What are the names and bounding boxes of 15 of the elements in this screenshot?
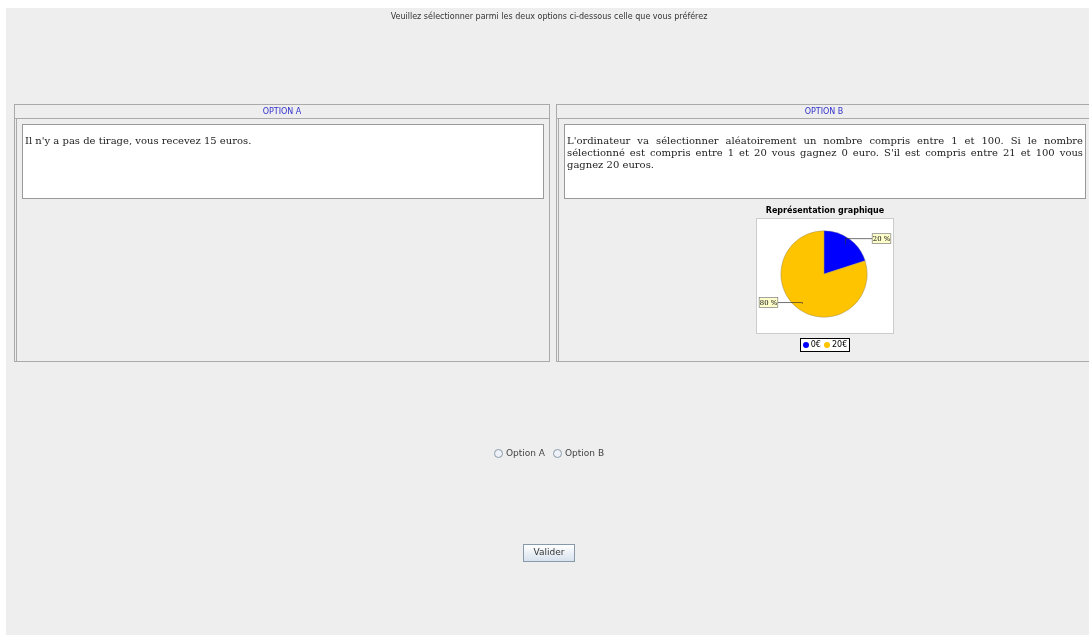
option-description: L'ordinateur va sélectionner aléatoirement un nombre compris entre 1 et 100. Si le nombre sélectionné est compris entre 1 et 20 vous gagnez 0 euro. S'il est compris entre 21 et 100 vous gagnez 20 euros.: [564, 124, 1086, 199]
radio-button[interactable]: [553, 449, 562, 459]
radio-button[interactable]: [493, 449, 503, 459]
legend-label: 20€: [831, 341, 848, 349]
radio-option[interactable]: Option B: [553, 447, 605, 461]
option-description: Il n'y a pas de tirage, vous recevez 15 euros.: [22, 124, 544, 199]
instruction-text: Veuillez sélectionner parmi les deux options ci-dessous celle que vous préférez: [389, 11, 709, 23]
chart-title: Représentation graphique: [765, 207, 885, 215]
radio-option[interactable]: Option A: [493, 447, 545, 461]
submit-button[interactable]: Valider: [522, 543, 576, 562]
legend-label: 0€: [810, 341, 821, 349]
panel-title: OPTION B: [557, 105, 1089, 119]
leader-line: [845, 238, 873, 245]
panel-title: OPTION A: [15, 105, 549, 119]
leader-line: [777, 302, 803, 305]
